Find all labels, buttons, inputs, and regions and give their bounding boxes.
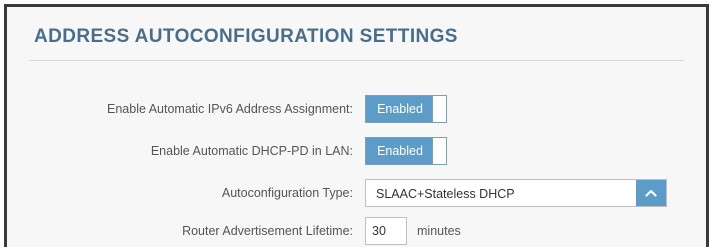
row-ipv6-assignment: Enable Automatic IPv6 Address Assignment… [7,95,706,125]
settings-frame: ADDRESS AUTOCONFIGURATION SETTINGS Enabl… [4,4,709,247]
toggle-knob [432,138,446,164]
chevron-up-icon [645,189,657,197]
row-ra-lifetime: Router Advertisement Lifetime: minutes [7,217,706,247]
ra-lifetime-label: Router Advertisement Lifetime: [182,224,353,238]
autoconfig-type-label: Autoconfiguration Type: [221,186,353,200]
settings-panel: ADDRESS AUTOCONFIGURATION SETTINGS Enabl… [7,7,706,247]
ra-lifetime-unit: minutes [417,224,461,238]
toggle-knob [432,96,446,122]
dhcp-pd-label: Enable Automatic DHCP-PD in LAN: [150,144,353,158]
autoconfig-type-select[interactable]: SLAAC+Stateless DHCP [365,179,667,207]
autoconfig-type-value: SLAAC+Stateless DHCP [376,187,515,201]
ipv6-assignment-label: Enable Automatic IPv6 Address Assignment… [107,102,353,116]
dropdown-toggle-button[interactable] [636,180,666,206]
row-autoconfig-type: Autoconfiguration Type: SLAAC+Stateless … [7,179,706,209]
ipv6-assignment-toggle[interactable]: Enabled [365,95,447,123]
dhcp-pd-toggle-state: Enabled [366,138,434,164]
row-dhcp-pd: Enable Automatic DHCP-PD in LAN: Enabled [7,137,706,167]
ra-lifetime-input[interactable] [365,217,407,245]
section-title: ADDRESS AUTOCONFIGURATION SETTINGS [34,26,458,47]
dhcp-pd-toggle[interactable]: Enabled [365,137,447,165]
section-divider [29,60,684,61]
ipv6-assignment-toggle-state: Enabled [366,96,434,122]
